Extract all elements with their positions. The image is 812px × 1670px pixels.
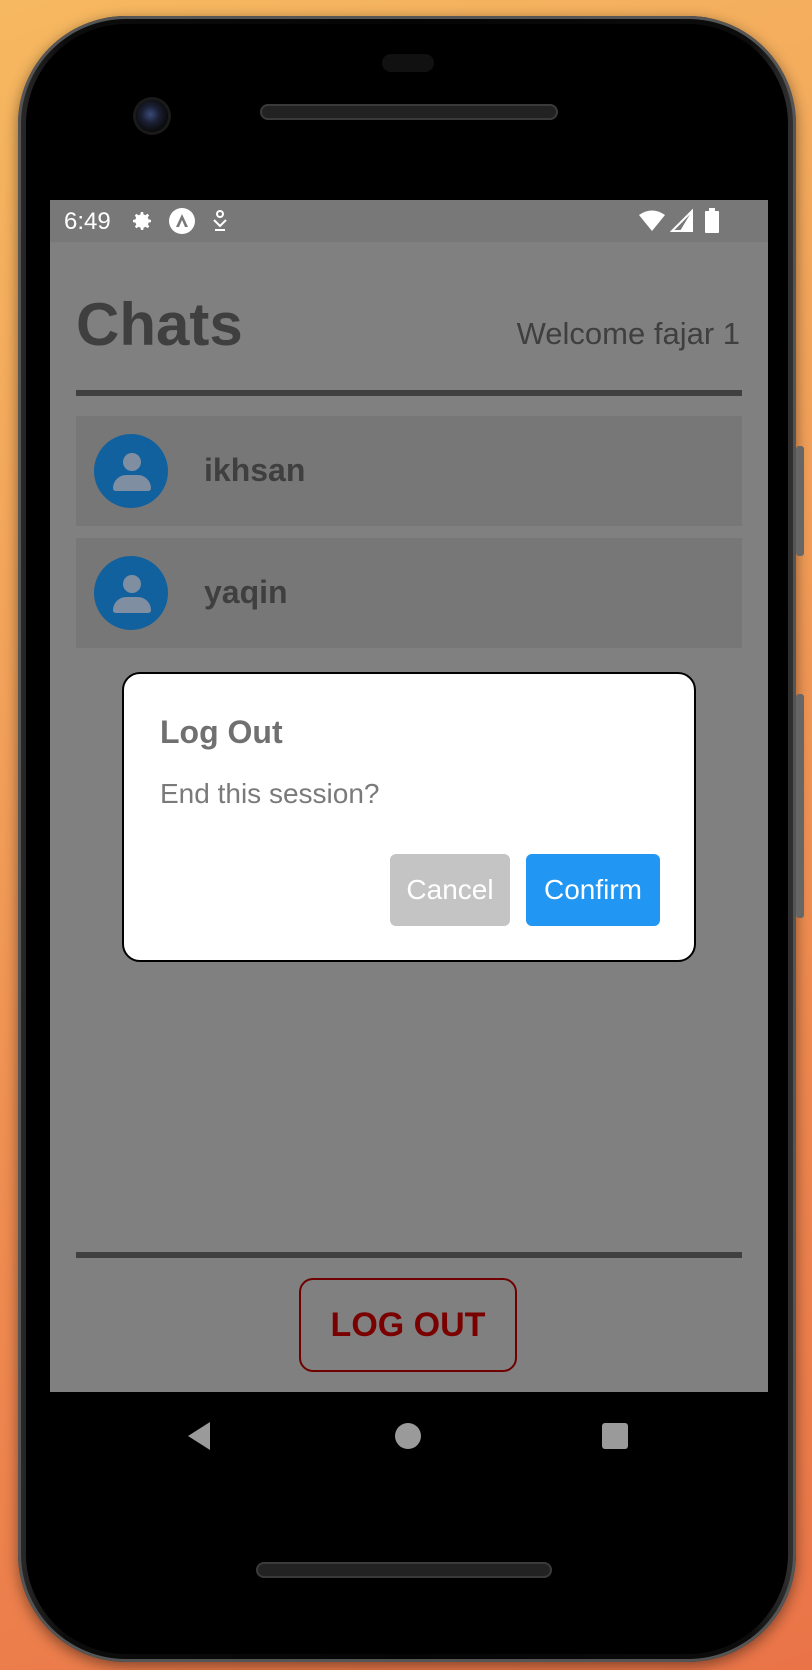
page-title: Chats xyxy=(76,291,243,358)
home-icon[interactable] xyxy=(395,1423,421,1449)
earpiece-speaker xyxy=(260,104,558,120)
footer-divider xyxy=(76,1252,742,1258)
status-time: 6:49 xyxy=(64,208,111,235)
welcome-text: Welcome fajar 1 xyxy=(516,316,740,351)
cancel-button[interactable]: Cancel xyxy=(390,854,510,926)
usb-debug-icon xyxy=(210,209,230,240)
person-icon xyxy=(94,434,168,508)
front-camera xyxy=(136,100,168,132)
header-divider xyxy=(76,390,742,396)
chat-list-item[interactable]: yaqin xyxy=(76,538,742,648)
recents-icon[interactable] xyxy=(602,1423,628,1449)
chat-name: ikhsan xyxy=(204,452,306,488)
logout-dialog: Log Out End this session? Cancel Confirm xyxy=(122,672,696,962)
dialog-message: End this session? xyxy=(160,778,380,809)
android-nav-bar xyxy=(50,1392,768,1482)
app-logo-icon xyxy=(168,207,196,242)
volume-button xyxy=(796,446,804,556)
power-button xyxy=(796,694,804,918)
signal-icon xyxy=(669,208,694,240)
chat-name: yaqin xyxy=(204,574,288,610)
battery-icon xyxy=(704,208,720,241)
dialog-title: Log Out xyxy=(160,714,283,750)
proximity-sensor xyxy=(382,54,434,72)
person-icon xyxy=(94,556,168,630)
chat-list-item[interactable]: ikhsan xyxy=(76,416,742,526)
bottom-speaker xyxy=(256,1562,552,1578)
gear-icon xyxy=(130,209,154,240)
status-bar: 6:49 xyxy=(50,200,768,242)
wifi-icon xyxy=(638,209,666,240)
back-icon[interactable] xyxy=(188,1422,210,1450)
logout-button[interactable]: LOG OUT xyxy=(299,1278,517,1372)
confirm-button[interactable]: Confirm xyxy=(526,854,660,926)
